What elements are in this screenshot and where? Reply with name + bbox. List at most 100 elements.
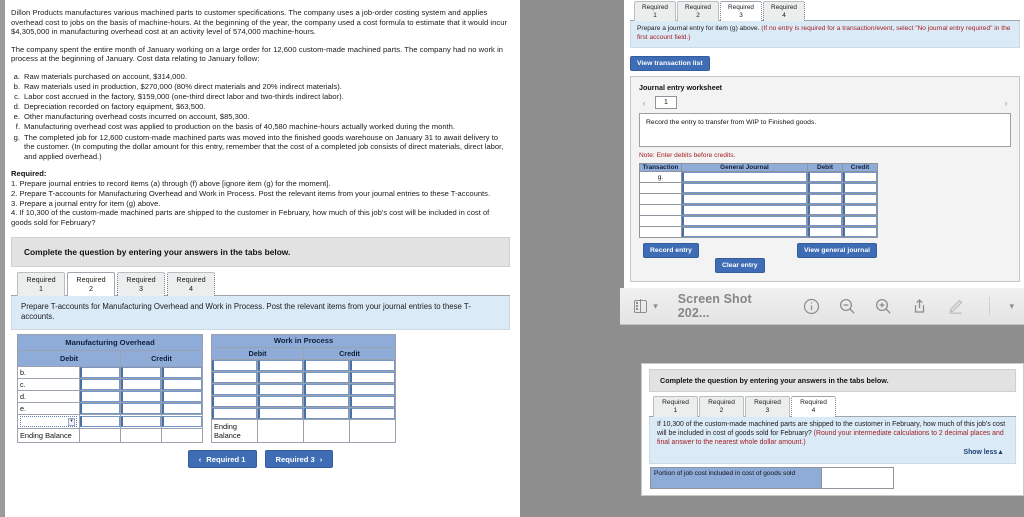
credit-amount-input[interactable] xyxy=(161,414,203,430)
tab-required-2[interactable]: Required 2 xyxy=(67,272,115,297)
chevron-down-icon[interactable]: ▾ xyxy=(653,301,658,312)
credit-amount-input[interactable] xyxy=(349,407,396,421)
credit-input[interactable] xyxy=(842,226,878,238)
credit-amount-input[interactable] xyxy=(349,395,396,409)
tab-required-2[interactable]: Required 2 xyxy=(677,1,719,22)
account-select[interactable] xyxy=(681,226,808,238)
table-row xyxy=(211,371,396,385)
tab-required-2[interactable]: Required 2 xyxy=(699,396,744,417)
debit-amount-input[interactable] xyxy=(79,378,121,392)
debit-label-input[interactable] xyxy=(211,359,258,373)
debit-label-input[interactable] xyxy=(211,395,258,409)
journal-action-buttons: Record entry View general journal Clear … xyxy=(639,243,877,273)
tab-required-4[interactable]: Required 4 xyxy=(791,396,836,417)
tab-required-4[interactable]: Required 4 xyxy=(167,272,215,297)
view-transaction-list-button[interactable]: View transaction list xyxy=(630,56,710,71)
credit-input[interactable] xyxy=(842,215,878,227)
debit-amount-input[interactable] xyxy=(257,371,304,385)
debit-amount-input[interactable] xyxy=(257,407,304,421)
debit-input[interactable] xyxy=(807,204,843,216)
debit-amount-input[interactable] xyxy=(257,383,304,397)
table-row: b. xyxy=(17,366,203,380)
worksheet-prev-icon[interactable]: ‹ xyxy=(639,98,649,108)
tab-required-1[interactable]: Required 1 xyxy=(17,272,65,297)
debit-input[interactable] xyxy=(807,193,843,205)
credit-amount-input[interactable] xyxy=(161,378,203,392)
debit-label-input[interactable] xyxy=(211,407,258,421)
worksheet-pager: ‹ 1 › xyxy=(639,96,1011,109)
worksheet-page-number[interactable]: 1 xyxy=(655,96,677,109)
next-required-button[interactable]: Required 3 › xyxy=(264,450,334,469)
credit-amount-input[interactable] xyxy=(349,383,396,397)
debit-amount-input[interactable] xyxy=(79,402,121,416)
info-icon[interactable] xyxy=(803,298,820,315)
tab-label-line1: Required xyxy=(662,399,689,406)
sidebar-icon[interactable] xyxy=(634,299,648,313)
tab-required-4[interactable]: Required 4 xyxy=(763,1,805,22)
credit-label-input[interactable] xyxy=(120,390,162,404)
tab-required-1[interactable]: Required 1 xyxy=(634,1,676,22)
credit-label-input[interactable] xyxy=(120,414,162,430)
zoom-in-icon[interactable] xyxy=(875,298,892,315)
list-item: e. Other manufacturing overhead costs inc… xyxy=(11,112,510,122)
chevron-down-icon[interactable]: ▾ xyxy=(1009,301,1014,312)
credit-label-input[interactable] xyxy=(303,359,350,373)
prev-required-button[interactable]: ‹ Required 1 xyxy=(187,450,257,469)
debit-input[interactable] xyxy=(807,171,843,183)
credit-input[interactable] xyxy=(842,193,878,205)
credit-input[interactable] xyxy=(842,171,878,183)
answer-input[interactable] xyxy=(822,467,894,490)
credit-amount-input[interactable] xyxy=(161,402,203,416)
show-less-button[interactable]: Show less▲ xyxy=(657,447,1008,461)
credit-label-input[interactable] xyxy=(303,383,350,397)
account-select[interactable] xyxy=(681,182,808,194)
row-label[interactable]: e. xyxy=(17,402,80,416)
debit-amount-input[interactable] xyxy=(257,395,304,409)
worksheet-next-icon[interactable]: › xyxy=(1001,98,1011,108)
debit-label-input[interactable] xyxy=(211,383,258,397)
credit-label-input[interactable] xyxy=(120,366,162,380)
account-select[interactable] xyxy=(681,171,808,183)
credit-label-input[interactable] xyxy=(303,395,350,409)
tab-label-line1: Required xyxy=(176,275,206,285)
debit-amount-input[interactable] xyxy=(79,366,121,380)
credit-input[interactable] xyxy=(842,204,878,216)
zoom-out-icon[interactable] xyxy=(839,298,856,315)
credit-amount-input[interactable] xyxy=(349,359,396,373)
account-select[interactable] xyxy=(681,193,808,205)
debit-input[interactable] xyxy=(807,182,843,194)
debit-amount-input[interactable] xyxy=(79,414,121,430)
credit-label-input[interactable] xyxy=(120,378,162,392)
row-label[interactable]: b. xyxy=(17,366,80,380)
markup-icon[interactable] xyxy=(947,298,964,315)
tab-label-line2: 4 xyxy=(189,283,193,293)
row-label[interactable]: d. xyxy=(17,390,80,404)
account-select[interactable] xyxy=(681,204,808,216)
debit-input[interactable] xyxy=(807,226,843,238)
credit-label-input[interactable] xyxy=(303,371,350,385)
clear-entry-button[interactable]: Clear entry xyxy=(715,258,765,273)
tab-required-3[interactable]: Required 3 xyxy=(720,1,762,22)
intro-paragraph-2: The company spent the entire month of Ja… xyxy=(11,44,504,64)
credit-input[interactable] xyxy=(842,182,878,194)
tab-required-3[interactable]: Required 3 xyxy=(117,272,165,297)
tab-required-3[interactable]: Required 3 xyxy=(745,396,790,417)
tab-required-1[interactable]: Required 1 xyxy=(653,396,698,417)
row-label[interactable]: c. xyxy=(17,378,80,392)
account-select[interactable] xyxy=(681,215,808,227)
credit-amount-input[interactable] xyxy=(161,390,203,404)
debit-label-input[interactable] xyxy=(211,371,258,385)
credit-label-input[interactable] xyxy=(303,407,350,421)
credit-amount-input[interactable] xyxy=(161,366,203,380)
debit-amount-input[interactable] xyxy=(79,390,121,404)
required-line-4: 4. If 10,300 of the custom-made machined… xyxy=(11,208,490,227)
credit-label-input[interactable] xyxy=(120,402,162,416)
row-account-dropdown[interactable]: ▾ xyxy=(17,414,80,430)
record-entry-button[interactable]: Record entry xyxy=(643,243,699,258)
item-marker: g. xyxy=(13,132,20,142)
credit-amount-input[interactable] xyxy=(349,371,396,385)
view-general-journal-button[interactable]: View general journal xyxy=(797,243,877,258)
share-icon[interactable] xyxy=(911,298,928,315)
debit-input[interactable] xyxy=(807,215,843,227)
debit-amount-input[interactable] xyxy=(257,359,304,373)
